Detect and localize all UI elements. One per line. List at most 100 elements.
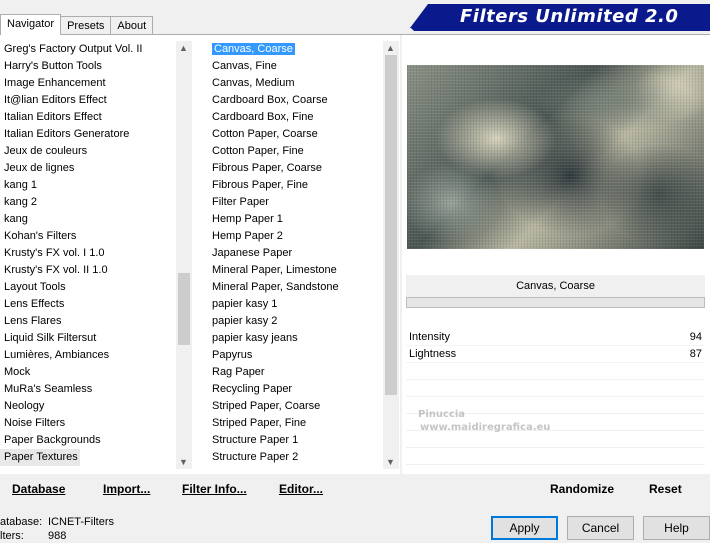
filter-item[interactable]: Cotton Paper, Coarse xyxy=(208,126,384,143)
apply-button[interactable]: Apply xyxy=(491,516,558,540)
scroll-down-icon[interactable]: ▼ xyxy=(386,457,395,467)
import-button[interactable]: Import... xyxy=(103,482,150,496)
category-item[interactable]: Mock xyxy=(0,364,176,381)
param-row-lightness[interactable]: Lightness 87 xyxy=(406,346,705,363)
filter-item[interactable]: Striped Paper, Coarse xyxy=(208,398,384,415)
filter-item-label: Hemp Paper 2 xyxy=(212,230,283,242)
filter-item[interactable]: Fibrous Paper, Coarse xyxy=(208,160,384,177)
category-item[interactable]: Lens Flares xyxy=(0,313,176,330)
param-value: 87 xyxy=(689,348,702,360)
category-item[interactable]: Harry's Button Tools xyxy=(0,58,176,75)
filter-item[interactable]: papier kasy jeans xyxy=(208,330,384,347)
randomize-button[interactable]: Randomize xyxy=(550,482,614,496)
category-item[interactable]: Paper Textures xyxy=(0,449,80,466)
filter-item[interactable]: Canvas, Medium xyxy=(208,75,384,92)
filter-item-label: Cotton Paper, Fine xyxy=(212,145,304,157)
filter-item-label: Recycling Paper xyxy=(212,383,293,395)
category-item[interactable]: Layout Tools xyxy=(0,279,176,296)
filter-item[interactable]: papier kasy 1 xyxy=(208,296,384,313)
category-item[interactable]: kang 2 xyxy=(0,194,176,211)
filter-item-label: Filter Paper xyxy=(212,196,269,208)
category-item[interactable]: Liquid Silk Filtersut xyxy=(0,330,176,347)
category-item[interactable]: Krusty's FX vol. I 1.0 xyxy=(0,245,176,262)
filter-item[interactable]: Hemp Paper 2 xyxy=(208,228,384,245)
category-item[interactable]: It@lian Editors Effect xyxy=(0,92,176,109)
reset-button[interactable]: Reset xyxy=(649,482,682,496)
filter-item[interactable]: Cardboard Box, Fine xyxy=(208,109,384,126)
filter-item-label: Fibrous Paper, Fine xyxy=(212,179,308,191)
category-item[interactable]: Kohan's Filters xyxy=(0,228,176,245)
editor-button[interactable]: Editor... xyxy=(279,482,323,496)
category-item[interactable]: Krusty's FX vol. II 1.0 xyxy=(0,262,176,279)
filter-item-label: papier kasy jeans xyxy=(212,332,298,344)
bottom-toolbar: Database Import... Filter Info... Editor… xyxy=(0,474,710,502)
filter-item[interactable]: Striped Paper, Fine xyxy=(208,415,384,432)
filter-scrollbar[interactable]: ▲ ▼ xyxy=(383,41,399,469)
category-item[interactable]: Italian Editors Effect xyxy=(0,109,176,126)
category-list[interactable]: Greg's Factory Output Vol. II Harry's But… xyxy=(0,41,176,466)
empty-param-row xyxy=(406,380,705,397)
category-item[interactable]: MuRa's Seamless xyxy=(0,381,176,398)
filter-item[interactable]: Cotton Paper, Fine xyxy=(208,143,384,160)
filter-item[interactable]: Hemp Paper 1 xyxy=(208,211,384,228)
category-item[interactable]: Greg's Factory Output Vol. II xyxy=(0,41,176,58)
empty-param-row xyxy=(406,363,705,380)
scroll-up-icon[interactable]: ▲ xyxy=(179,43,188,53)
scroll-thumb[interactable] xyxy=(178,273,190,345)
category-scrollbar[interactable]: ▲ ▼ xyxy=(176,41,192,469)
filter-item-label: Striped Paper, Fine xyxy=(212,417,307,429)
help-button[interactable]: Help xyxy=(643,516,710,540)
category-item[interactable]: Lens Effects xyxy=(0,296,176,313)
filter-item-label: Mineral Paper, Limestone xyxy=(212,264,337,276)
category-item[interactable]: Jeux de lignes xyxy=(0,160,176,177)
filter-item-label: Canvas, Coarse xyxy=(212,43,295,55)
filter-item[interactable]: Recycling Paper xyxy=(208,381,384,398)
filter-info-button[interactable]: Filter Info... xyxy=(182,482,247,496)
database-button[interactable]: Database xyxy=(12,482,65,496)
filter-item[interactable]: Rag Paper xyxy=(208,364,384,381)
empty-param-row xyxy=(406,448,705,465)
cancel-button[interactable]: Cancel xyxy=(567,516,634,540)
filter-item-label: Canvas, Medium xyxy=(212,77,295,89)
filters-label: lters: xyxy=(0,530,24,542)
filter-item[interactable]: Papyrus xyxy=(208,347,384,364)
filter-item-label: Structure Paper 1 xyxy=(212,434,299,446)
tab-navigator[interactable]: Navigator xyxy=(0,14,62,35)
category-item[interactable]: Lumières, Ambiances xyxy=(0,347,176,364)
filter-item-label: Striped Paper, Coarse xyxy=(212,400,321,412)
scroll-down-icon[interactable]: ▼ xyxy=(179,457,188,467)
filter-item[interactable]: Mineral Paper, Sandstone xyxy=(208,279,384,296)
tab-bar: Navigator Presets About xyxy=(0,14,154,35)
category-item[interactable]: Image Enhancement xyxy=(0,75,176,92)
database-value: ICNET-Filters xyxy=(48,516,114,528)
category-item[interactable]: Jeux de couleurs xyxy=(0,143,176,160)
filter-item[interactable]: Structure Paper 1 xyxy=(208,432,384,449)
category-item[interactable]: Paper Backgrounds xyxy=(0,432,176,449)
filter-item[interactable]: Japanese Paper xyxy=(208,245,384,262)
filter-list[interactable]: Canvas, Coarse Canvas, Fine Canvas, Medium… xyxy=(208,41,384,466)
filter-item[interactable]: papier kasy 2 xyxy=(208,313,384,330)
filter-item[interactable]: Cardboard Box, Coarse xyxy=(208,92,384,109)
category-item[interactable]: kang xyxy=(0,211,176,228)
param-row-intensity[interactable]: Intensity 94 xyxy=(406,329,705,346)
filter-item[interactable]: Mineral Paper, Limestone xyxy=(208,262,384,279)
progress-bar xyxy=(406,297,705,308)
banner-underline xyxy=(410,27,710,31)
tab-presets[interactable]: Presets xyxy=(60,16,112,34)
filter-item-label: Mineral Paper, Sandstone xyxy=(212,281,339,293)
filter-item[interactable]: Canvas, Fine xyxy=(208,58,384,75)
filter-item[interactable]: Canvas, Coarse xyxy=(208,41,384,58)
scroll-up-icon[interactable]: ▲ xyxy=(386,43,395,53)
filter-item-label: Cardboard Box, Fine xyxy=(212,111,314,123)
filter-item[interactable]: Filter Paper xyxy=(208,194,384,211)
tab-about[interactable]: About xyxy=(110,16,154,34)
scroll-thumb[interactable] xyxy=(385,55,397,395)
category-item[interactable]: Noise Filters xyxy=(0,415,176,432)
category-item[interactable]: Neology xyxy=(0,398,176,415)
watermark-url: www.maidiregrafica.eu xyxy=(420,422,551,433)
filter-item[interactable]: Fibrous Paper, Fine xyxy=(208,177,384,194)
filter-item[interactable]: Structure Paper 2 xyxy=(208,449,384,466)
filter-item-label: Cotton Paper, Coarse xyxy=(212,128,318,140)
category-item[interactable]: kang 1 xyxy=(0,177,176,194)
category-item[interactable]: Italian Editors Generatore xyxy=(0,126,176,143)
